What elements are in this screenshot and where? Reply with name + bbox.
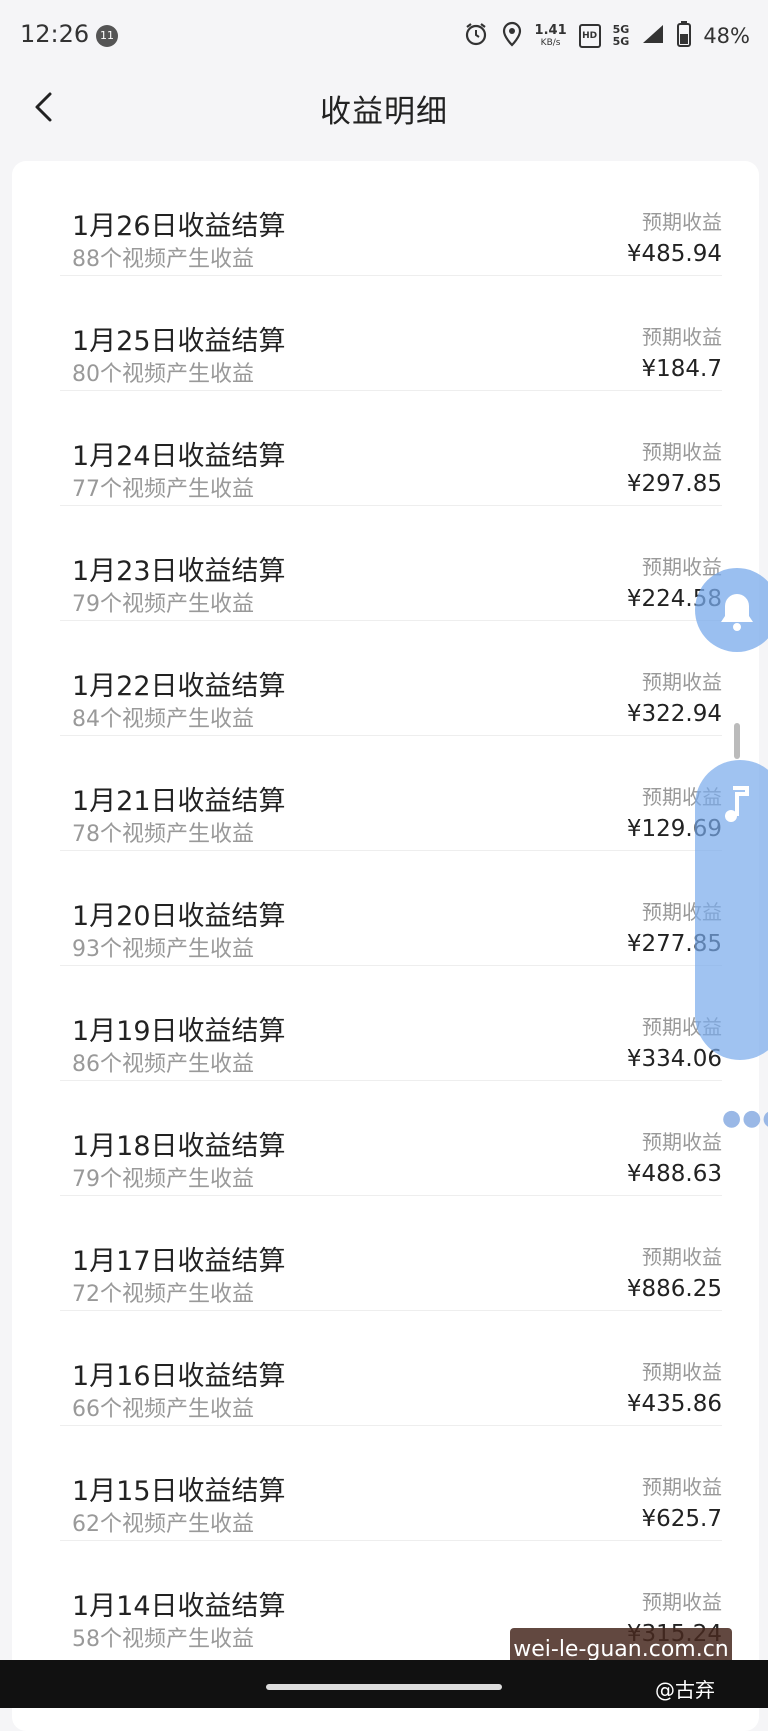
- location-icon: [501, 21, 523, 51]
- expected-earnings-label: 预期收益: [642, 325, 722, 349]
- earnings-list-item[interactable]: 1月15日收益结算 62个视频产生收益 预期收益 ¥625.7: [60, 1426, 722, 1541]
- video-count-text: 88个视频产生收益: [72, 247, 254, 272]
- expected-earnings-label: 预期收益: [642, 210, 722, 234]
- video-count-text: 86个视频产生收益: [72, 1052, 254, 1077]
- bell-icon: [721, 594, 753, 631]
- video-count-text: 62个视频产生收益: [72, 1512, 254, 1537]
- earnings-list-item[interactable]: 1月16日收益结算 66个视频产生收益 预期收益 ¥435.86: [60, 1311, 722, 1426]
- earnings-list-item[interactable]: 1月19日收益结算 86个视频产生收益 预期收益 ¥334.06: [60, 966, 722, 1081]
- video-count-text: 79个视频产生收益: [72, 592, 254, 617]
- settlement-date-title: 1月14日收益结算: [72, 1591, 286, 1622]
- settlement-date-title: 1月24日收益结算: [72, 441, 286, 472]
- earnings-amount: ¥297.85: [626, 471, 722, 497]
- video-count-text: 72个视频产生收益: [72, 1282, 254, 1307]
- notification-badge: 11: [96, 25, 118, 47]
- settlement-date-title: 1月18日收益结算: [72, 1131, 286, 1162]
- expected-earnings-label: 预期收益: [642, 670, 722, 694]
- earnings-list-item[interactable]: 1月21日收益结算 78个视频产生收益 预期收益 ¥129.69: [60, 736, 722, 851]
- video-count-text: 79个视频产生收益: [72, 1167, 254, 1192]
- expected-earnings-label: 预期收益: [642, 440, 722, 464]
- expected-earnings-label: 预期收益: [642, 1360, 722, 1384]
- video-count-text: 84个视频产生收益: [72, 707, 254, 732]
- settlement-date-title: 1月22日收益结算: [72, 671, 286, 702]
- video-count-text: 80个视频产生收益: [72, 362, 254, 387]
- earnings-list-item[interactable]: 1月17日收益结算 72个视频产生收益 预期收益 ¥886.25: [60, 1196, 722, 1311]
- earnings-list-item[interactable]: 1月25日收益结算 80个视频产生收益 预期收益 ¥184.7: [60, 276, 722, 391]
- network-type: 5G 5G: [612, 23, 630, 48]
- earnings-list-card: 1月26日收益结算 88个视频产生收益 预期收益 ¥485.94 1月25日收益…: [12, 161, 759, 1731]
- signal-icon: [641, 23, 665, 49]
- settlement-date-title: 1月25日收益结算: [72, 326, 286, 357]
- battery-percent: 48%: [703, 24, 750, 48]
- floating-bell-button[interactable]: [695, 568, 768, 652]
- settlement-date-title: 1月15日收益结算: [72, 1476, 286, 1507]
- status-time: 12:26: [20, 20, 90, 48]
- settlement-date-title: 1月21日收益结算: [72, 786, 286, 817]
- earnings-list-item[interactable]: 1月20日收益结算 93个视频产生收益 预期收益 ¥277.85: [60, 851, 722, 966]
- author-watermark: @古弃: [655, 1678, 715, 1702]
- drag-handle[interactable]: [734, 723, 740, 759]
- earnings-list-item[interactable]: 1月22日收益结算 84个视频产生收益 预期收益 ¥322.94: [60, 621, 722, 736]
- expected-earnings-label: 预期收益: [642, 1245, 722, 1269]
- earnings-amount: ¥485.94: [626, 241, 722, 267]
- settlement-date-title: 1月20日收益结算: [72, 901, 286, 932]
- video-count-text: 66个视频产生收益: [72, 1397, 254, 1422]
- earnings-list-item[interactable]: 1月23日收益结算 79个视频产生收益 预期收益 ¥224.58: [60, 506, 722, 621]
- more-dots-icon[interactable]: ●●●: [722, 1106, 768, 1131]
- earnings-amount: ¥334.06: [626, 1046, 722, 1072]
- earnings-list-item[interactable]: 1月26日收益结算 88个视频产生收益 预期收益 ¥485.94: [60, 161, 722, 276]
- music-note-icon: [725, 786, 749, 822]
- settlement-date-title: 1月26日收益结算: [72, 211, 286, 242]
- earnings-list-item[interactable]: 1月18日收益结算 79个视频产生收益 预期收益 ¥488.63: [60, 1081, 722, 1196]
- page-title: 收益明细: [320, 94, 448, 130]
- earnings-amount: ¥322.94: [626, 701, 722, 727]
- earnings-list-item[interactable]: 1月24日收益结算 77个视频产生收益 预期收益 ¥297.85: [60, 391, 722, 506]
- settlement-date-title: 1月19日收益结算: [72, 1016, 286, 1047]
- expected-earnings-label: 预期收益: [642, 1130, 722, 1154]
- status-bar: 12:26 11 1.41 KB/s HD 5G 5G 48%: [0, 0, 768, 72]
- network-speed: 1.41 KB/s: [534, 23, 567, 48]
- earnings-amount: ¥184.7: [641, 356, 722, 382]
- home-indicator[interactable]: [266, 1684, 502, 1690]
- video-count-text: 93个视频产生收益: [72, 937, 254, 962]
- floating-music-panel[interactable]: [695, 760, 768, 1060]
- hd-icon: HD: [578, 24, 601, 48]
- expected-earnings-label: 预期收益: [642, 1590, 722, 1614]
- earnings-amount: ¥886.25: [626, 1276, 722, 1302]
- settlement-date-title: 1月17日收益结算: [72, 1246, 286, 1277]
- video-count-text: 78个视频产生收益: [72, 822, 254, 847]
- video-count-text: 77个视频产生收益: [72, 477, 254, 502]
- settlement-date-title: 1月16日收益结算: [72, 1361, 286, 1392]
- expected-earnings-label: 预期收益: [642, 1475, 722, 1499]
- page-header: 收益明细: [0, 72, 768, 142]
- video-count-text: 58个视频产生收益: [72, 1627, 254, 1652]
- earnings-amount: ¥625.7: [641, 1506, 722, 1532]
- battery-icon: [677, 21, 692, 51]
- alarm-icon: [463, 21, 489, 51]
- earnings-amount: ¥488.63: [626, 1161, 722, 1187]
- earnings-amount: ¥435.86: [626, 1391, 722, 1417]
- status-icons: 1.41 KB/s HD 5G 5G 48%: [463, 18, 750, 54]
- settlement-date-title: 1月23日收益结算: [72, 556, 286, 587]
